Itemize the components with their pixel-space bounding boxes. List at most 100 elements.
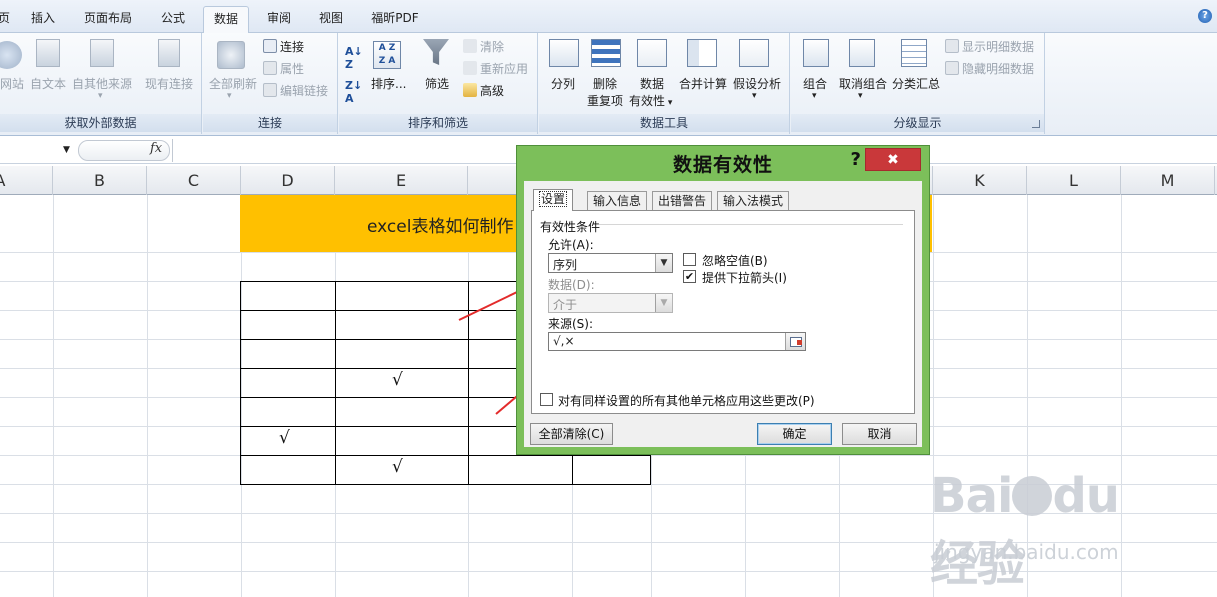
data-validation-icon: [637, 39, 667, 67]
grid-line: [0, 571, 1217, 572]
allow-label: 允许(A):: [548, 238, 594, 252]
sort-z-a-icon[interactable]: Z↓ A: [345, 79, 362, 105]
apply-all-label: 对有同样设置的所有其他单元格应用这些更改(P): [558, 394, 815, 408]
range-select-icon[interactable]: [785, 333, 805, 350]
existing-connections-button[interactable]: 现有连接: [145, 75, 193, 92]
sort-button[interactable]: 排序...: [371, 75, 406, 92]
properties-button[interactable]: 属性: [263, 60, 304, 77]
what-if-analysis-button[interactable]: 假设分析: [733, 75, 781, 92]
dialog-launcher-icon[interactable]: [1032, 120, 1040, 128]
group-connections: 全部刷新 ▾ 连接 属性 编辑链接 连接: [203, 33, 338, 134]
group-outline: 组合 ▾ 取消组合 ▾ 分类汇总 显示明细数据 隐藏明细数据 分级显示: [791, 33, 1045, 134]
ok-button[interactable]: 确定: [757, 423, 832, 445]
checkmark-cell-e5[interactable]: √: [392, 370, 403, 390]
clear-filter-button[interactable]: 清除: [463, 38, 504, 55]
sort-dialog-icon: A ZZ A: [373, 41, 401, 69]
grid-line: [933, 195, 934, 597]
remove-duplicates-button-line2[interactable]: 重复项: [587, 92, 623, 109]
ungroup-button[interactable]: 取消组合: [839, 75, 887, 92]
advanced-filter-button[interactable]: 高级: [463, 82, 504, 99]
grid-line: [1027, 195, 1028, 597]
column-header-e[interactable]: E: [335, 166, 468, 195]
consolidate-button[interactable]: 合并计算: [679, 75, 727, 92]
dropdown-label: 提供下拉箭头(I): [702, 271, 787, 285]
data-validation-button-line1[interactable]: 数据: [640, 75, 664, 92]
cancel-button[interactable]: 取消: [842, 423, 917, 445]
tab-home[interactable]: 页: [0, 6, 14, 33]
tab-settings[interactable]: 设置: [533, 189, 574, 211]
column-header-m[interactable]: M: [1121, 166, 1215, 195]
refresh-all-icon: [217, 41, 245, 69]
column-header-l[interactable]: L: [1027, 166, 1121, 195]
column-header-k[interactable]: K: [933, 166, 1027, 195]
refresh-all-button[interactable]: 全部刷新: [209, 75, 257, 92]
text-to-columns-button[interactable]: 分列: [551, 75, 575, 92]
advanced-label: 高级: [480, 84, 505, 98]
filter-icon: [423, 39, 449, 65]
hide-detail-label: 隐藏明细数据: [962, 62, 1035, 76]
chevron-down-icon[interactable]: ▼: [655, 254, 672, 272]
apply-all-checkbox[interactable]: [540, 393, 553, 406]
dialog-body: 设置 输入信息 出错警告 输入法模式 有效性条件 允许(A): 序列 ▼ 忽略空…: [524, 181, 922, 447]
grid-line: [1121, 195, 1122, 597]
from-other-sources-button[interactable]: 自其他来源: [72, 75, 132, 92]
reapply-icon: [463, 61, 477, 75]
edit-links-button[interactable]: 编辑链接: [263, 82, 328, 99]
clear-all-button[interactable]: 全部清除(C): [530, 423, 613, 445]
web-icon: [0, 41, 22, 69]
name-box-dropdown-icon[interactable]: ▼: [63, 145, 70, 155]
close-icon[interactable]: ✖: [865, 148, 921, 171]
checkmark-cell-e8[interactable]: √: [392, 457, 403, 477]
consolidate-icon: [687, 39, 717, 67]
allow-select[interactable]: 序列 ▼: [548, 253, 673, 273]
chevron-down-icon: ▾: [98, 91, 103, 101]
from-text-button[interactable]: 自文本: [30, 75, 66, 92]
group-icon: [803, 39, 829, 67]
column-header-b[interactable]: B: [53, 166, 147, 195]
data-validation-button-line2[interactable]: 有效性 ▾: [629, 92, 672, 109]
reapply-button[interactable]: 重新应用: [463, 60, 528, 77]
group-label-sort-filter: 排序和筛选: [339, 114, 537, 132]
remove-duplicates-button-line1[interactable]: 删除: [593, 75, 617, 92]
dropdown-checkbox[interactable]: ✔: [683, 270, 696, 283]
grid-line: [0, 513, 1217, 514]
group-label-connections: 连接: [203, 114, 337, 132]
connections-button[interactable]: 连接: [263, 38, 304, 55]
properties-icon: [263, 61, 277, 75]
filter-button[interactable]: 筛选: [425, 75, 449, 92]
ignore-blank-checkbox[interactable]: [683, 253, 696, 266]
column-header-a[interactable]: A: [0, 166, 53, 195]
other-sources-icon: [90, 39, 114, 67]
connections-icon: [263, 39, 277, 53]
show-detail-button[interactable]: 显示明细数据: [945, 38, 1034, 55]
tab-foxit-pdf[interactable]: 福昕PDF: [362, 6, 428, 33]
edit-links-label: 编辑链接: [280, 84, 329, 98]
tab-review[interactable]: 审阅: [258, 6, 300, 33]
hide-detail-button[interactable]: 隐藏明细数据: [945, 60, 1034, 77]
tab-data[interactable]: 数据: [203, 6, 249, 34]
help-icon[interactable]: ?: [1198, 9, 1212, 23]
dialog-help-icon[interactable]: ?: [851, 149, 861, 170]
properties-label: 属性: [280, 62, 305, 76]
group-data-tools: 分列 删除 重复项 数据 有效性 ▾ 合并计算 假设分析 ▾ 数据工具: [539, 33, 790, 134]
sort-a-z-icon[interactable]: A↓ Z: [345, 45, 363, 71]
insert-function-icon[interactable]: fx: [150, 141, 162, 156]
advanced-filter-icon: [463, 83, 477, 97]
tab-error-alert[interactable]: 出错警告: [652, 191, 713, 210]
column-header-d[interactable]: D: [241, 166, 335, 195]
what-if-analysis-icon: [739, 39, 769, 67]
checkmark-cell-d7[interactable]: √: [279, 428, 290, 448]
tab-ime-mode[interactable]: 输入法模式: [717, 191, 790, 210]
tab-formulas[interactable]: 公式: [150, 6, 196, 33]
tab-page-layout[interactable]: 页面布局: [76, 6, 140, 33]
remove-duplicates-icon: [591, 39, 621, 67]
source-input[interactable]: √,×: [548, 332, 806, 351]
group-button[interactable]: 组合: [803, 75, 827, 92]
tab-input-message[interactable]: 输入信息: [587, 191, 648, 210]
tab-insert[interactable]: 插入: [22, 6, 64, 33]
column-header-c[interactable]: C: [147, 166, 241, 195]
grid-line: [147, 195, 148, 597]
from-web-button[interactable]: 网站: [0, 75, 24, 92]
subtotal-button[interactable]: 分类汇总: [892, 75, 940, 92]
tab-view[interactable]: 视图: [310, 6, 352, 33]
